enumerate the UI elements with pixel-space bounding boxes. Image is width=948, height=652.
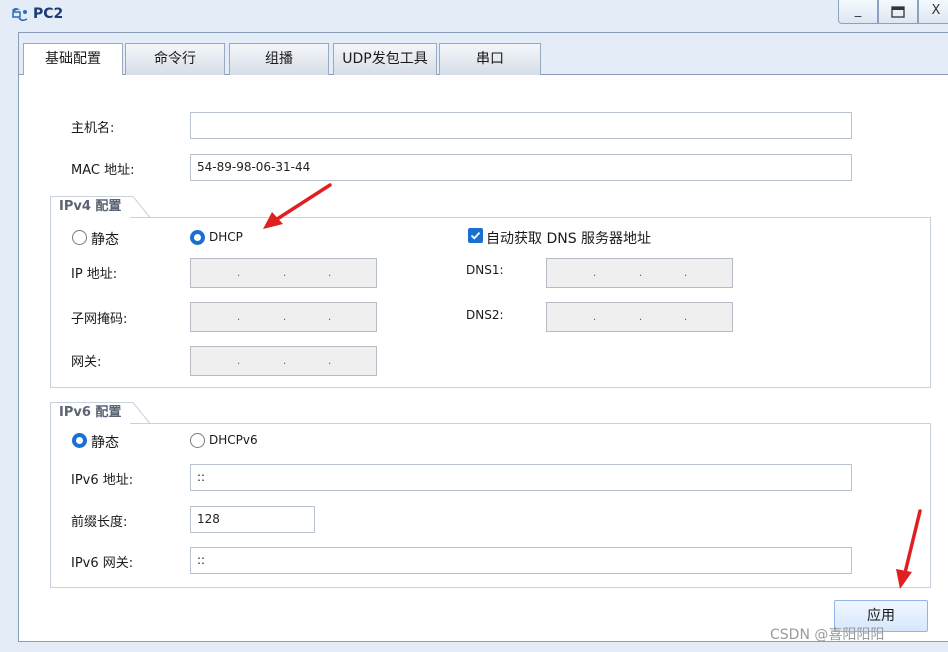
ipv4-tab-edge	[129, 196, 151, 218]
annotation-arrow-dhcp	[263, 183, 332, 229]
minimize-button[interactable]: _	[838, 0, 878, 24]
tab-serial[interactable]: 串口	[439, 43, 541, 75]
check-icon	[470, 231, 481, 240]
ipv4-static-radio[interactable]	[72, 230, 87, 245]
dns2-label: DNS2:	[466, 308, 504, 322]
prefix-length-input[interactable]: 128	[190, 506, 315, 533]
annotation-arrow-apply	[896, 509, 922, 589]
ipv4-section-title: IPv4 配置	[50, 196, 130, 218]
subnet-mask-input[interactable]: ...	[190, 302, 377, 332]
ipv6-gateway-label: IPv6 网关:	[71, 556, 134, 571]
hostname-input[interactable]	[190, 112, 852, 139]
ipv6-tab-edge	[129, 402, 151, 424]
dns1-input[interactable]: ...	[546, 258, 733, 288]
subnet-mask-label: 子网掩码:	[71, 312, 128, 327]
gateway-input[interactable]: ...	[190, 346, 377, 376]
basic-config-panel: 主机名: MAC 地址: 54-89-98-06-31-44 IPv4 配置 静…	[19, 75, 948, 641]
dns2-input[interactable]: ...	[546, 302, 733, 332]
ipv6-dhcpv6-label: DHCPv6	[209, 433, 258, 447]
ipv4-dhcp-radio[interactable]	[190, 230, 205, 245]
ip-address-label: IP 地址:	[71, 267, 118, 282]
ipv6-address-input[interactable]: ::	[190, 464, 852, 491]
mac-label: MAC 地址:	[71, 163, 135, 178]
close-button[interactable]: X	[918, 0, 948, 24]
gateway-label: 网关:	[71, 355, 102, 370]
ipv6-dhcpv6-radio[interactable]	[190, 433, 205, 448]
dns1-label: DNS1:	[466, 263, 504, 277]
title-bar: PC2 _ X	[0, 0, 948, 30]
ipv6-address-label: IPv6 地址:	[71, 473, 134, 488]
hostname-label: 主机名:	[71, 121, 115, 136]
auto-dns-label: 自动获取 DNS 服务器地址	[486, 231, 652, 247]
ipv6-section-title: IPv6 配置	[50, 402, 130, 424]
tab-multicast[interactable]: 组播	[229, 43, 329, 75]
auto-dns-checkbox[interactable]	[468, 228, 483, 243]
maximize-button[interactable]	[878, 0, 918, 24]
tab-command-line[interactable]: 命令行	[125, 43, 225, 75]
ipv4-static-label: 静态	[91, 232, 119, 248]
tab-basic-config[interactable]: 基础配置	[23, 43, 123, 76]
mac-input[interactable]: 54-89-98-06-31-44	[190, 154, 852, 181]
tab-udp-tool[interactable]: UDP发包工具	[333, 43, 437, 75]
ipv6-static-radio[interactable]	[72, 433, 87, 448]
window-title: PC2	[33, 6, 64, 22]
ipv4-dhcp-label: DHCP	[209, 230, 243, 244]
ipv6-static-label: 静态	[91, 435, 119, 451]
tab-bar: 基础配置 命令行 组播 UDP发包工具 串口	[19, 33, 948, 76]
ipv6-gateway-input[interactable]: ::	[190, 547, 852, 574]
maximize-icon	[891, 6, 905, 18]
prefix-length-label: 前缀长度:	[71, 515, 128, 530]
watermark-text: CSDN @喜阳阳阳	[770, 627, 885, 643]
ip-address-input[interactable]: ...	[190, 258, 377, 288]
pc-app-icon	[12, 8, 28, 22]
main-frame: 基础配置 命令行 组播 UDP发包工具 串口 主机名: MAC 地址: 54-8…	[18, 32, 948, 642]
